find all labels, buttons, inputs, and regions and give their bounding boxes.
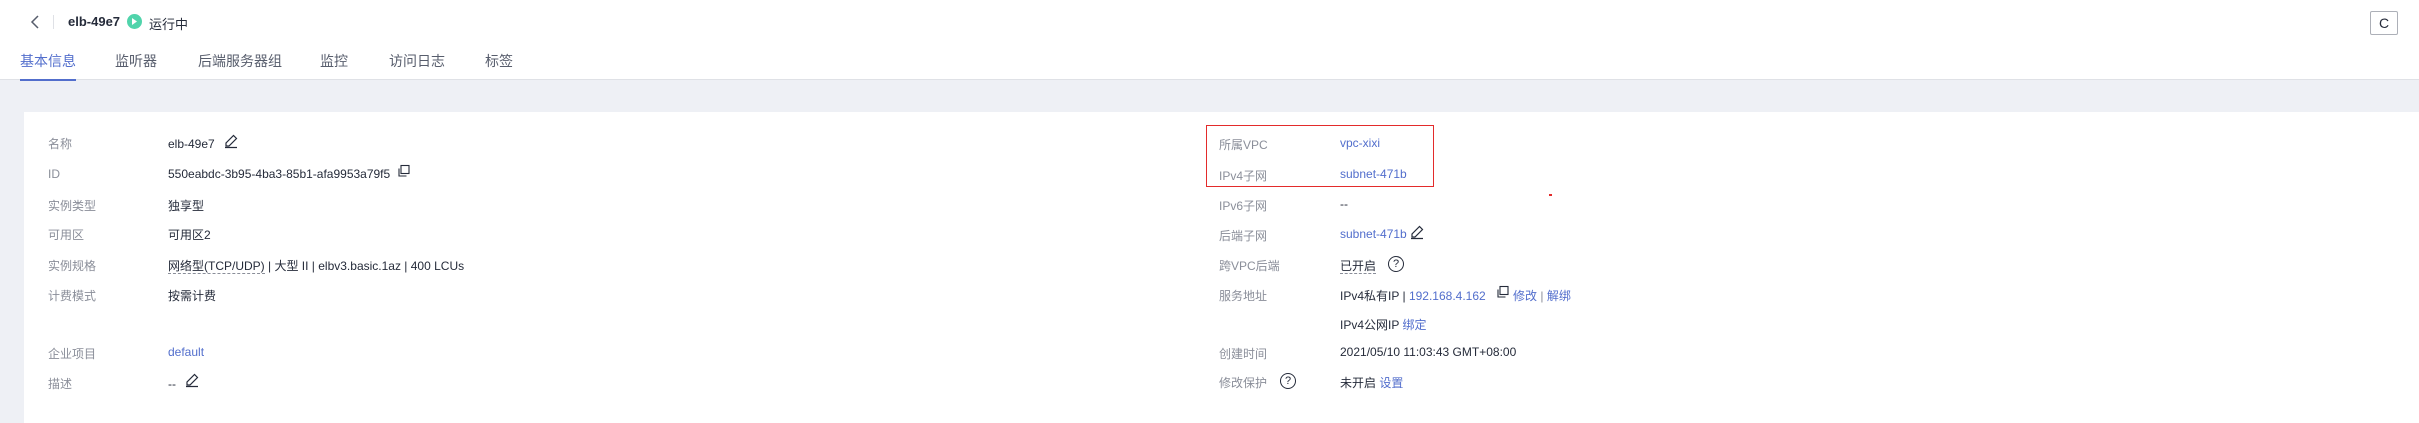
modify-protection-help-icon[interactable]: ?	[1280, 373, 1296, 389]
enterprise-project-label: 企业项目	[48, 347, 97, 361]
instance-type-value: 独享型	[168, 199, 205, 213]
enterprise-project-link[interactable]: default	[168, 345, 204, 359]
modify-protection-value: 未开启	[1340, 376, 1377, 390]
created-time-value: 2021/05/10 11:03:43 GMT+08:00	[1340, 345, 1517, 359]
spec-label: 实例规格	[48, 259, 97, 273]
tab-backend-server-groups[interactable]: 后端服务器组	[198, 51, 282, 79]
cross-vpc-status[interactable]: 已开启	[1340, 259, 1377, 274]
created-time-label: 创建时间	[1219, 347, 1268, 361]
separator: |	[1402, 289, 1406, 303]
status-text: 运行中	[149, 17, 189, 32]
refresh-button[interactable]: C	[2370, 11, 2398, 35]
tab-tags[interactable]: 标签	[485, 51, 513, 79]
modify-protection-label: 修改保护	[1219, 376, 1268, 390]
tab-bar: 基本信息 监听器 后端服务器组 监控 访问日志 标签	[0, 48, 2419, 81]
ipv6-subnet-label: IPv6子网	[1219, 199, 1268, 213]
tab-listeners[interactable]: 监听器	[115, 51, 157, 79]
title-divider	[53, 15, 54, 29]
public-ip-label: IPv4公网IP	[1340, 318, 1400, 332]
tab-monitoring[interactable]: 监控	[320, 51, 348, 79]
page-header: elb-49e7 运行中 C 基本信息 监听器 后端服务器组 监控 访问日志 标…	[0, 0, 2419, 81]
billing-label: 计费模式	[48, 289, 97, 303]
private-ip-label: IPv4私有IP	[1340, 289, 1400, 303]
cross-vpc-help-icon[interactable]: ?	[1388, 256, 1404, 272]
private-ip-row: IPv4私有IP | 192.168.4.162	[1340, 287, 1486, 304]
ipv6-subnet-value: --	[1340, 197, 1348, 211]
ip-actions: 修改 | 解绑	[1513, 287, 1571, 304]
cross-vpc-value: 已开启	[1340, 257, 1377, 274]
bind-public-ip-link[interactable]: 绑定	[1402, 318, 1426, 332]
tab-access-logs[interactable]: 访问日志	[389, 51, 445, 79]
description-value: --	[168, 377, 176, 391]
spec-detail: | 大型 II | elbv3.basic.1az | 400 LCUs	[264, 259, 465, 273]
id-value: 550eabdc-3b95-4ba3-85b1-afa9953a79f5	[168, 167, 391, 181]
action-separator: |	[1540, 289, 1544, 303]
description-label: 描述	[48, 377, 73, 391]
edit-description-icon[interactable]	[184, 372, 200, 391]
highlight-annotation-box	[1206, 125, 1434, 187]
name-label: 名称	[48, 137, 73, 151]
page-title: elb-49e7	[68, 14, 121, 29]
copy-id-icon[interactable]	[397, 164, 411, 181]
backend-subnet-link[interactable]: subnet-471b	[1340, 227, 1407, 241]
id-label: ID	[48, 167, 60, 181]
name-value: elb-49e7	[168, 137, 215, 151]
edit-backend-subnet-icon[interactable]	[1409, 224, 1425, 243]
spec-value: 网络型(TCP/UDP) | 大型 II | elbv3.basic.1az |…	[168, 257, 464, 274]
private-ip-link[interactable]: 192.168.4.162	[1409, 289, 1486, 303]
running-status-icon	[127, 14, 142, 29]
modify-protection-row: 未开启 设置	[1340, 374, 1403, 391]
tab-basic-info[interactable]: 基本信息	[20, 51, 76, 81]
copy-ip-icon[interactable]	[1496, 285, 1510, 302]
public-ip-row: IPv4公网IP 绑定	[1340, 316, 1427, 333]
service-address-label: 服务地址	[1219, 289, 1268, 303]
modify-ip-link[interactable]: 修改	[1513, 289, 1537, 303]
spec-type-tooltip[interactable]: 网络型(TCP/UDP)	[168, 259, 265, 274]
backend-subnet-label: 后端子网	[1219, 229, 1268, 243]
red-mark	[1549, 194, 1552, 196]
az-label: 可用区	[48, 228, 85, 242]
az-value: 可用区2	[168, 228, 211, 242]
cross-vpc-label: 跨VPC后端	[1219, 259, 1280, 273]
billing-value: 按需计费	[168, 289, 217, 303]
instance-type-label: 实例类型	[48, 199, 97, 213]
modify-protection-settings-link[interactable]: 设置	[1379, 376, 1403, 390]
back-arrow-icon[interactable]	[26, 12, 46, 32]
edit-name-icon[interactable]	[223, 133, 239, 152]
unbind-ip-link[interactable]: 解绑	[1547, 289, 1571, 303]
